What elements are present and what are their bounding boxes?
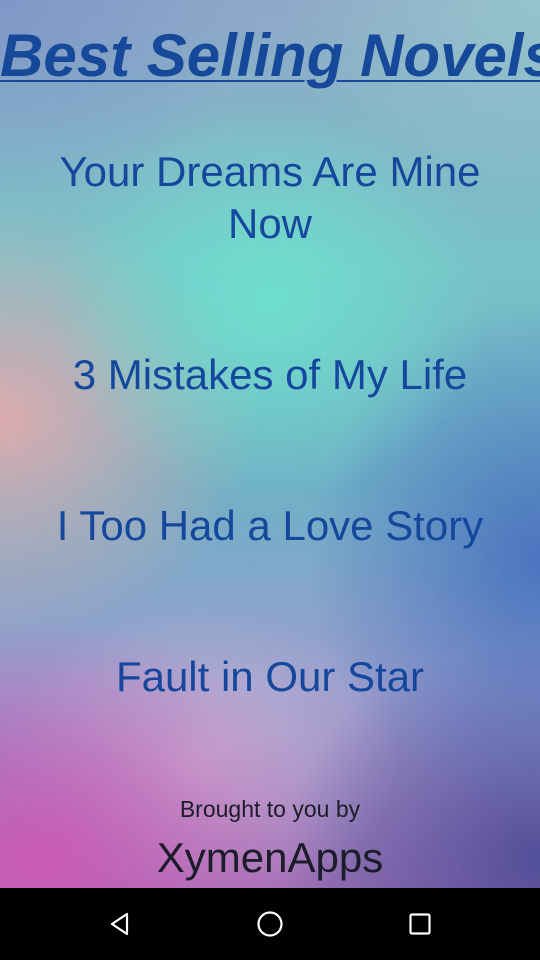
novel-item-3-mistakes-of-my-life[interactable]: 3 Mistakes of My Life [20,349,520,401]
back-button[interactable] [72,888,168,960]
novel-item-fault-in-our-star[interactable]: Fault in Our Star [20,651,520,703]
triangle-back-icon [110,912,129,936]
credit-line: Brought to you by [179,796,361,822]
developer-brand: XymenApps [156,834,384,881]
novel-item-i-too-had-a-love-story[interactable]: I Too Had a Love Story [20,500,520,552]
app-content: Best Selling Novels Your Dreams Are Mine… [0,0,540,888]
system-navigation-bar [0,888,540,960]
home-button[interactable] [222,888,318,960]
square-recents-icon [409,913,431,935]
recents-button[interactable] [372,888,468,960]
screen: Best Selling Novels Your Dreams Are Mine… [0,0,540,960]
novel-item-your-dreams-are-mine-now[interactable]: Your Dreams Are Mine Now [20,146,520,250]
circle-home-icon [257,911,283,937]
page-title: Best Selling Novels [0,22,540,89]
